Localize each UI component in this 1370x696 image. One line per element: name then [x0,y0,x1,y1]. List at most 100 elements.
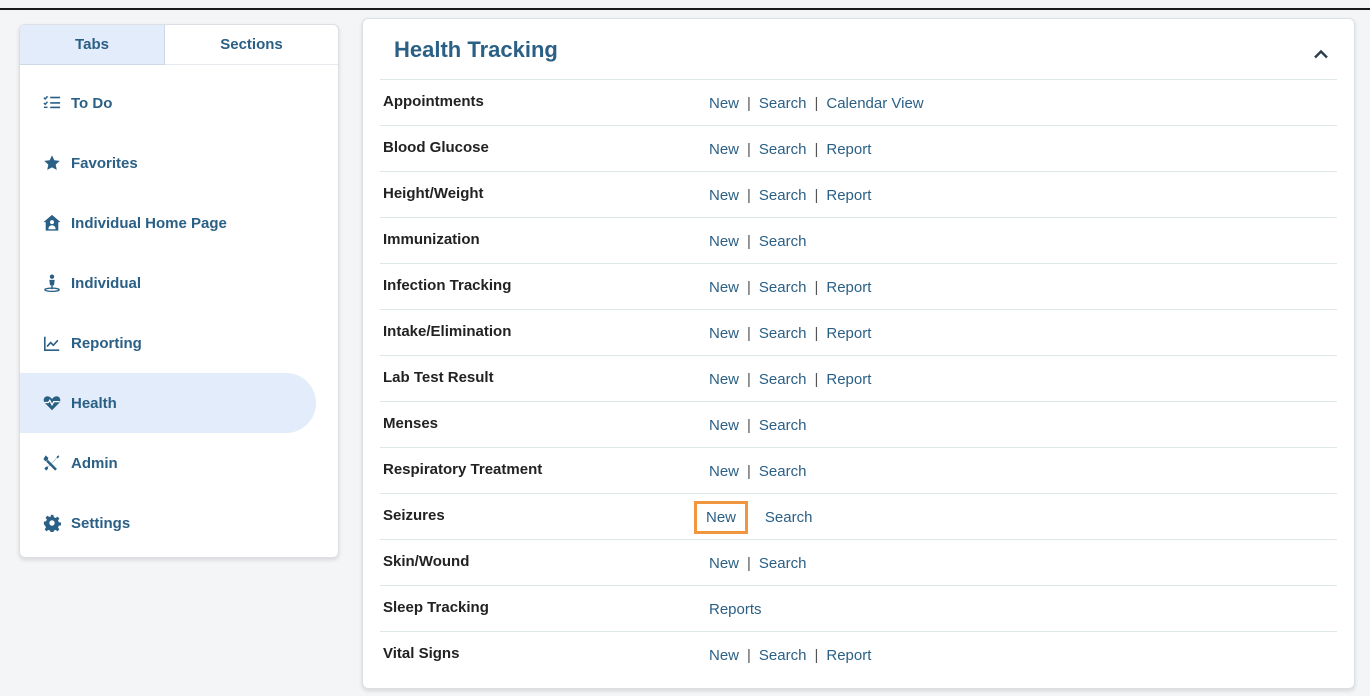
row-label: Sleep Tracking [383,599,489,616]
seizures-search-link[interactable]: Search [765,509,813,526]
row-links: Reports [709,586,762,632]
skin-wound-new-link[interactable]: New [709,555,739,572]
height-weight-report-link[interactable]: Report [826,187,871,204]
row-links: New | Search [693,494,813,540]
lab-test-result-new-link[interactable]: New [709,371,739,388]
separator: | [814,324,819,342]
row-links: New | Search [709,448,806,494]
list-item-lab-test-result: Lab Test Result New | Search | Report [380,355,1337,401]
row-label: Menses [383,415,439,432]
immunization-new-link[interactable]: New [709,233,739,250]
list-item-immunization: Immunization New | Search [380,217,1337,263]
separator: | [747,646,751,664]
separator: | [814,186,819,204]
card-title: Health Tracking [394,37,558,62]
sidebar-item-label: Favorites [71,154,138,172]
menses-new-link[interactable]: New [709,417,739,434]
respiratory-treatment-search-link[interactable]: Search [759,463,807,480]
sidebar-item-settings[interactable]: Settings [20,493,316,553]
collapse-button[interactable] [1308,41,1334,67]
heart-pulse-icon [42,393,62,413]
separator: | [747,370,751,388]
chevron-up-icon [1314,49,1328,59]
row-links: New | Search [709,402,806,448]
intake-elimination-new-link[interactable]: New [709,325,739,342]
list-item-seizures: Seizures New | Search [380,493,1337,539]
row-label: Skin/Wound [383,553,470,570]
row-links: New | Search | Report [709,264,871,310]
list-item-appointments: Appointments New | Search | Calendar Vie… [380,79,1337,125]
infection-tracking-new-link[interactable]: New [709,279,739,296]
blood-glucose-new-link[interactable]: New [709,141,739,158]
row-links: New | Search | Report [709,310,871,356]
sidebar-item-label: Admin [71,454,118,472]
separator: | [747,324,751,342]
height-weight-new-link[interactable]: New [709,187,739,204]
row-label: Seizures [383,507,445,524]
row-links: New | Search [709,218,806,264]
separator: | [814,94,819,112]
seizures-new-link[interactable]: New [693,500,749,534]
row-label: Vital Signs [383,645,460,662]
sidebar-item-admin[interactable]: Admin [20,433,316,493]
list-item-menses: Menses New | Search [380,401,1337,447]
intake-elimination-search-link[interactable]: Search [759,325,807,342]
infection-tracking-search-link[interactable]: Search [759,279,807,296]
vital-signs-new-link[interactable]: New [709,647,739,664]
vital-signs-report-link[interactable]: Report [826,647,871,664]
appointments-search-link[interactable]: Search [759,95,807,112]
sidebar-item-individual[interactable]: Individual [20,253,316,313]
row-links: New | Search | Report [709,126,871,172]
appointments-calendar-view-link[interactable]: Calendar View [826,95,923,112]
sidebar-item-label: Individual [71,274,142,292]
tab-tabs[interactable]: Tabs [20,25,165,65]
separator: | [814,646,819,664]
skin-wound-search-link[interactable]: Search [759,555,807,572]
blood-glucose-search-link[interactable]: Search [759,141,807,158]
height-weight-search-link[interactable]: Search [759,187,807,204]
sidebar-item-individual-home-page[interactable]: Individual Home Page [20,193,316,253]
separator: | [814,140,819,158]
appointments-new-link[interactable]: New [709,95,739,112]
top-divider [0,8,1370,10]
list-item-respiratory-treatment: Respiratory Treatment New | Search [380,447,1337,493]
separator: | [747,416,751,434]
nav-tab-bar: Tabs Sections [20,25,338,65]
menses-search-link[interactable]: Search [759,417,807,434]
intake-elimination-report-link[interactable]: Report [826,325,871,342]
sidebar-item-label: To Do [71,94,113,112]
sleep-tracking-reports-link[interactable]: Reports [709,601,762,618]
person-icon [42,273,62,293]
list-item-skin-wound: Skin/Wound New | Search [380,539,1337,585]
sidebar-item-reporting[interactable]: Reporting [20,313,316,373]
row-label: Intake/Elimination [383,323,512,340]
row-label: Height/Weight [383,185,484,202]
sidebar-item-label: Health [71,394,117,412]
gear-icon [42,513,62,533]
vital-signs-search-link[interactable]: Search [759,647,807,664]
list-item-vital-signs: Vital Signs New | Search | Report [380,631,1337,677]
separator: | [747,554,751,572]
sidebar-item-to-do[interactable]: To Do [20,73,316,133]
blood-glucose-report-link[interactable]: Report [826,141,871,158]
respiratory-treatment-new-link[interactable]: New [709,463,739,480]
tab-sections[interactable]: Sections [165,25,338,65]
separator: | [747,278,751,296]
todo-list-icon [42,93,62,113]
row-label: Infection Tracking [383,277,512,294]
list-item-sleep-tracking: Sleep Tracking Reports [380,585,1337,631]
sidebar-item-label: Individual Home Page [71,214,227,232]
sidebar-item-favorites[interactable]: Favorites [20,133,316,193]
chart-line-icon [42,333,62,353]
list-item-height-weight: Height/Weight New | Search | Report [380,171,1337,217]
immunization-search-link[interactable]: Search [759,233,807,250]
lab-test-result-report-link[interactable]: Report [826,371,871,388]
sidebar-item-health[interactable]: Health [20,373,316,433]
row-label: Immunization [383,231,480,248]
row-links: New | Search | Calendar View [709,80,924,126]
lab-test-result-search-link[interactable]: Search [759,371,807,388]
infection-tracking-report-link[interactable]: Report [826,279,871,296]
row-label: Appointments [383,93,484,110]
separator: | [747,140,751,158]
home-person-icon [42,213,62,233]
